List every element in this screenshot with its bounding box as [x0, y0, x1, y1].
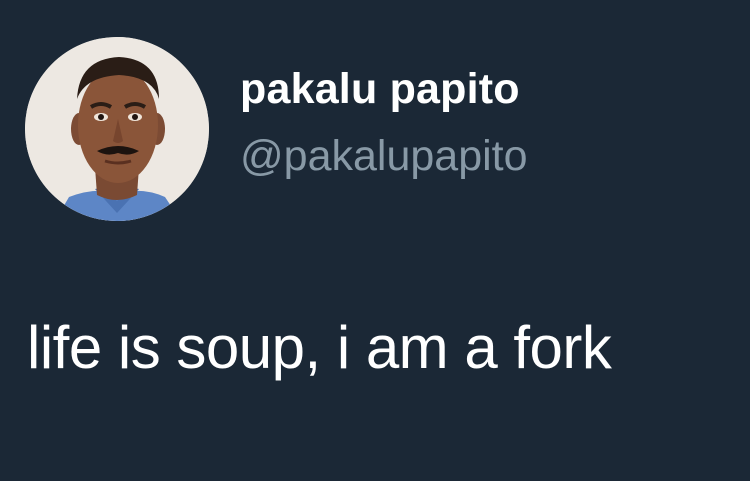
- avatar[interactable]: [25, 37, 209, 221]
- avatar-image: [25, 37, 209, 221]
- author-display-name[interactable]: pakalu papito: [240, 68, 520, 111]
- tweet-text: life is soup, i am a fork: [27, 314, 612, 381]
- author-handle[interactable]: @pakalupapito: [240, 135, 528, 178]
- tweet-card: pakalu papito @pakalupapito life is soup…: [0, 0, 750, 481]
